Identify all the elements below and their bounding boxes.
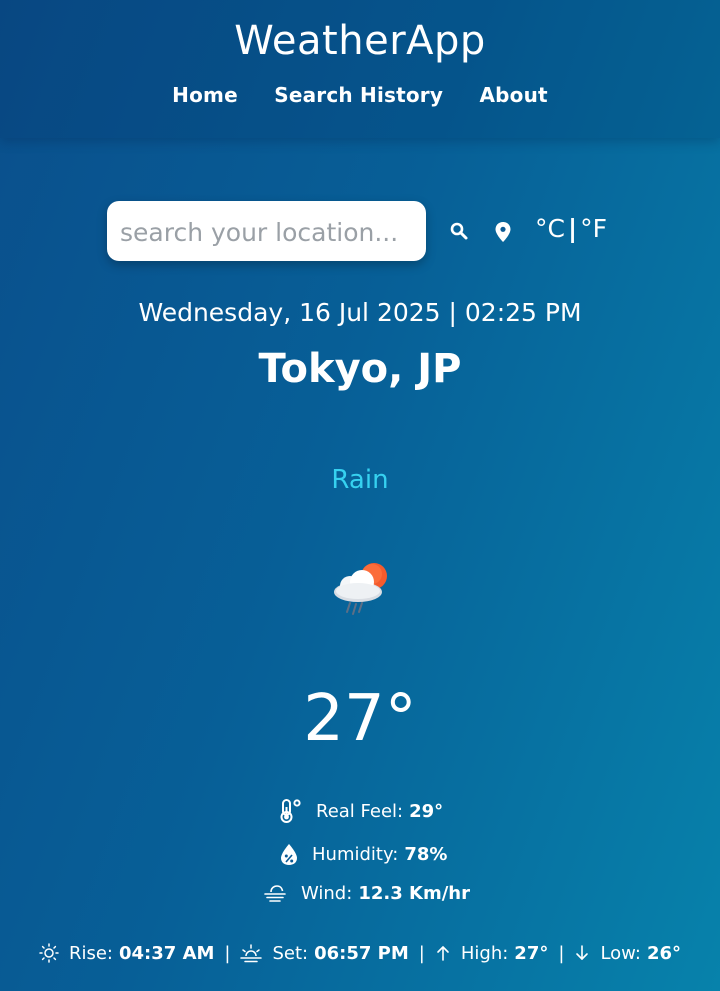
sunset-label: Set:	[272, 942, 309, 964]
high-temp-item: High: 27°	[435, 942, 549, 964]
main-nav: Home Search History About	[0, 83, 720, 107]
sunrise-value: 04:37 AM	[119, 942, 215, 964]
rain-cloud-sun-icon	[334, 563, 387, 615]
search-box	[107, 201, 426, 263]
sunset-value: 06:57 PM	[314, 942, 409, 964]
low-temp-label: Low:	[600, 942, 641, 964]
wind-row: Wind: 12.3 Km/hr	[263, 882, 470, 904]
celsius-button[interactable]: °C	[535, 214, 565, 243]
location-pin-icon[interactable]	[494, 221, 512, 243]
wind-icon	[264, 885, 286, 902]
app-title: WeatherApp	[234, 18, 486, 64]
wind-value: 12.3 Km/hr	[358, 882, 470, 904]
sunset-icon	[240, 944, 263, 963]
sun-icon	[39, 943, 59, 963]
nav-search-history-link[interactable]: Search History	[274, 83, 443, 107]
humidity-row: Humidity: 78%	[278, 841, 447, 867]
current-temperature: 27°	[303, 682, 417, 756]
unit-separator: |	[567, 214, 578, 243]
search-icon[interactable]	[449, 221, 469, 241]
nav-about-link[interactable]: About	[479, 83, 547, 107]
thermometer-icon	[280, 799, 301, 823]
low-temp-item: Low: 26°	[574, 943, 681, 964]
footer-separator: |	[558, 942, 565, 964]
footer-separator: |	[224, 942, 231, 964]
weather-condition: Rain	[331, 465, 389, 495]
location-name: Tokyo, JP	[258, 346, 462, 392]
wind-label: Wind:	[301, 882, 353, 904]
arrow-down-icon	[576, 945, 589, 960]
fahrenheit-button[interactable]: °F	[580, 214, 607, 243]
arrow-up-icon	[437, 946, 449, 961]
humidity-label: Humidity:	[312, 843, 399, 865]
app-header: WeatherApp Home Search History About	[0, 0, 720, 138]
unit-toggle: °C | °F	[535, 214, 607, 243]
humidity-drop-icon	[281, 844, 297, 865]
real-feel-value: 29°	[409, 800, 444, 822]
humidity-value: 78%	[404, 843, 448, 865]
footer-separator: |	[418, 942, 425, 964]
date-time: Wednesday, 16 Jul 2025 | 02:25 PM	[138, 298, 582, 327]
high-temp-label: High:	[460, 942, 509, 964]
sunrise-item: Rise: 04:37 AM	[39, 943, 214, 964]
nav-home-link[interactable]: Home	[172, 83, 238, 107]
daily-summary-bar: Rise: 04:37 AM | Set: 06:57 PM | High: 2…	[0, 942, 720, 964]
location-search-input[interactable]	[118, 201, 422, 263]
real-feel-row: Real Feel: 29°	[278, 798, 443, 824]
low-temp-value: 26°	[646, 942, 682, 964]
sunrise-label: Rise:	[68, 942, 113, 964]
real-feel-label: Real Feel:	[316, 800, 404, 822]
high-temp-value: 27°	[514, 942, 549, 964]
sunset-item: Set: 06:57 PM	[240, 942, 409, 964]
